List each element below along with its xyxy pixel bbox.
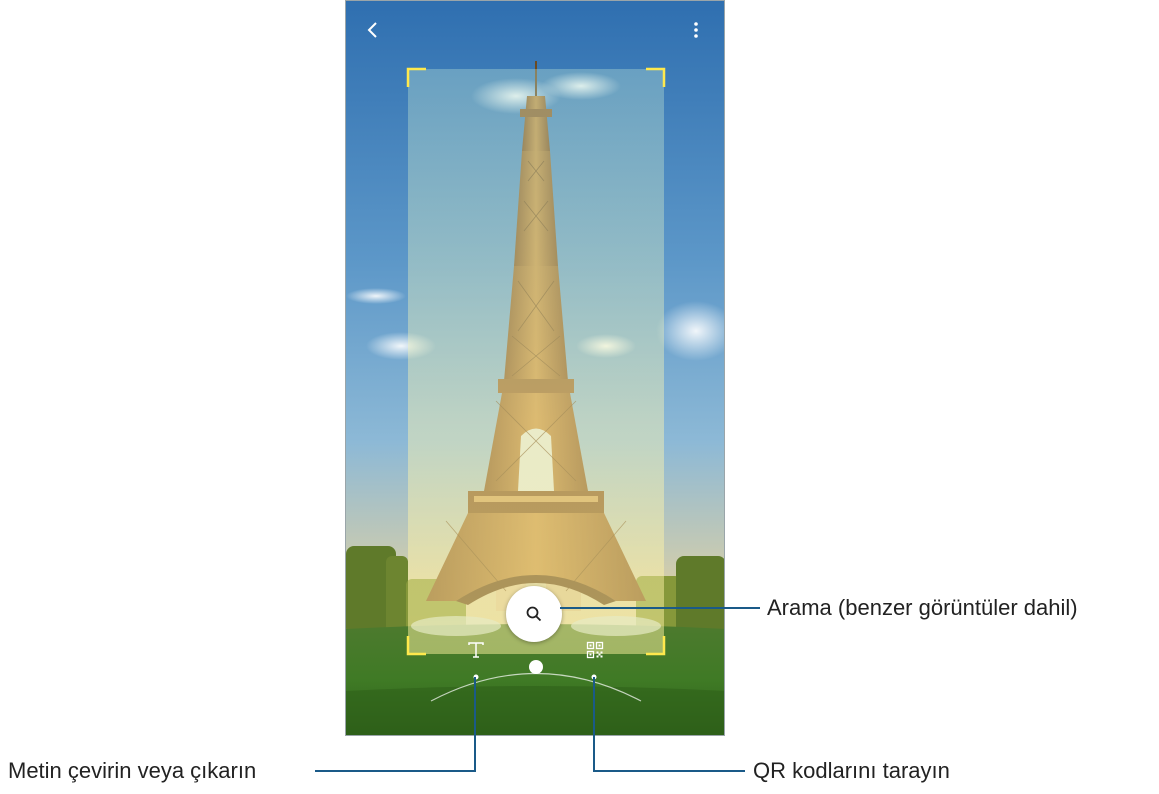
text-callout-line-horizontal — [315, 770, 476, 772]
search-callout-label: Arama (benzer görüntüler dahil) — [767, 595, 1078, 620]
more-vertical-icon — [694, 22, 698, 38]
qr-callout-line-vertical — [593, 677, 595, 772]
phone-screen — [345, 0, 725, 736]
text-mode-button[interactable] — [463, 637, 489, 663]
text-icon — [468, 642, 484, 658]
more-options-button[interactable] — [681, 15, 711, 45]
qr-callout-label: QR kodlarını tarayın — [753, 758, 950, 783]
search-icon — [526, 606, 542, 622]
text-callout-line-vertical — [474, 677, 476, 772]
chevron-left-icon — [367, 22, 377, 38]
text-callout-label: Metin çevirin veya çıkarın — [8, 758, 257, 783]
focus-area — [408, 69, 664, 654]
qr-callout-line-horizontal — [593, 770, 745, 772]
qr-code-icon — [586, 641, 604, 659]
search-callout-line — [560, 607, 760, 609]
search-button[interactable] — [506, 586, 562, 642]
qr-mode-button[interactable] — [582, 637, 608, 663]
back-button[interactable] — [358, 15, 388, 45]
